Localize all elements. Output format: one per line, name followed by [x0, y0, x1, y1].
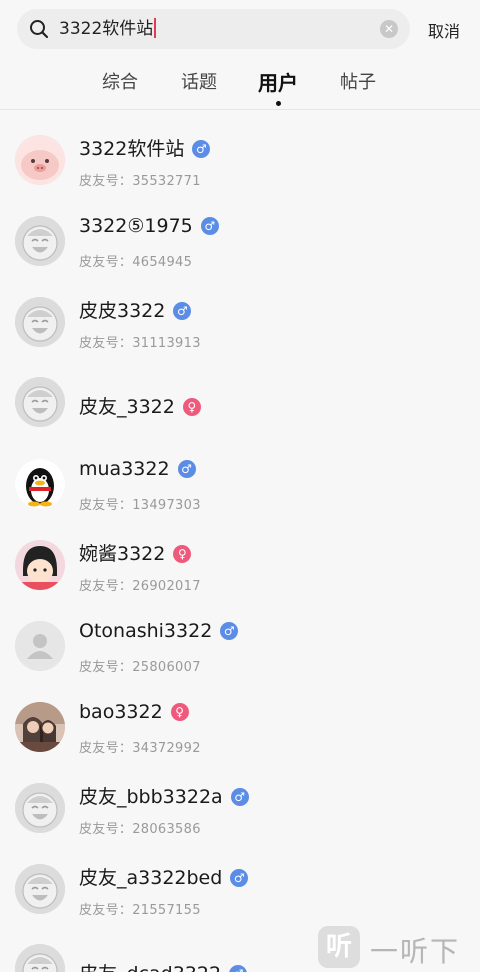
search-input[interactable]: 3322软件站	[59, 9, 379, 49]
user-name-text: 皮友_3322	[79, 396, 175, 418]
user-name[interactable]: 皮友_3322 ♀	[79, 392, 201, 419]
search-header: 3322软件站 ✕ 取消	[0, 0, 480, 58]
user-list-item[interactable]: 皮友_bbb3322a ♂ 皮友号：28063586	[0, 768, 480, 849]
avatar[interactable]	[15, 216, 65, 266]
user-name[interactable]: 3322软件站 ♂	[79, 134, 211, 161]
close-circle-icon[interactable]: ✕	[380, 20, 398, 38]
tab-topics[interactable]: 话题	[181, 68, 217, 94]
user-list-item[interactable]: mua3322 ♂ 皮友号：13497303	[0, 444, 480, 525]
user-list-item[interactable]: 婉酱3322 ♀ 皮友号：26902017	[0, 525, 480, 606]
watermark-text: 一听下载	[370, 935, 461, 968]
female-gender-icon: ♀	[173, 545, 192, 563]
user-name-text: 3322软件站	[79, 138, 185, 160]
avatar[interactable]	[15, 783, 65, 833]
avatar[interactable]	[15, 459, 65, 509]
avatar[interactable]	[15, 377, 65, 427]
user-id-number: 皮友号：25806007	[79, 660, 201, 675]
male-gender-icon: ♂	[230, 788, 249, 806]
user-name-text: mua3322	[79, 458, 170, 480]
user-id-number: 皮友号：26902017	[79, 579, 201, 594]
user-name-text: bao3322	[79, 701, 163, 723]
user-list-item[interactable]: bao3322 ♀ 皮友号：34372992	[0, 687, 480, 768]
user-id-number: 皮友号：31113913	[79, 336, 201, 351]
user-name[interactable]: 皮友_dcad3322 ♂	[79, 959, 248, 972]
user-name-text: 皮友_bbb3322a	[79, 786, 223, 808]
male-gender-icon: ♂	[173, 302, 192, 320]
avatar[interactable]	[15, 944, 65, 972]
user-id-number: 皮友号：13497303	[79, 498, 201, 513]
avatar[interactable]	[15, 135, 65, 185]
male-gender-icon: ♂	[220, 622, 239, 640]
cartoon-girl-avatar	[15, 540, 65, 590]
male-gender-icon: ♂	[229, 965, 248, 972]
user-list-item[interactable]: 3322⑤1975 ♂ 皮友号：4654945	[0, 201, 480, 282]
female-gender-icon: ♀	[170, 703, 189, 721]
avatar[interactable]	[15, 621, 65, 671]
user-id-number: 皮友号：35532771	[79, 174, 201, 189]
user-name-text: 皮皮3322	[79, 300, 166, 322]
user-name-text: 皮友_dcad3322	[79, 963, 221, 972]
text-caret	[154, 18, 157, 38]
tabs-divider	[0, 109, 480, 110]
female-gender-icon: ♀	[182, 398, 201, 416]
watermark-icon: 听	[318, 926, 360, 968]
user-list-item[interactable]: 皮友_a3322bed ♂ 皮友号：21557155	[0, 849, 480, 930]
default-laughing-avatar	[15, 216, 65, 266]
male-gender-icon: ♂	[200, 217, 219, 235]
tab-comprehensive[interactable]: 综合	[102, 68, 138, 94]
cartoon-pig-avatar	[15, 135, 65, 185]
user-name[interactable]: 3322⑤1975 ♂	[79, 215, 219, 237]
penguin-avatar	[15, 459, 65, 509]
user-name[interactable]: mua3322 ♂	[79, 458, 196, 480]
male-gender-icon: ♂	[192, 140, 211, 158]
user-name[interactable]: 皮友_bbb3322a ♂	[79, 782, 249, 809]
result-tabs: 综合 话题 用户 帖子	[0, 58, 480, 108]
user-id-number: 皮友号：28063586	[79, 822, 201, 837]
user-id-number: 皮友号：34372992	[79, 741, 201, 756]
active-tab-indicator	[276, 101, 281, 106]
default-person-avatar	[15, 621, 65, 671]
search-results-page: 3322软件站 ✕ 取消 综合 话题 用户 帖子 3322软件站 ♂ 皮友号：355…	[0, 0, 480, 972]
user-list-item[interactable]: 皮友_3322 ♀	[0, 363, 480, 444]
user-name[interactable]: Otonashi3322 ♂	[79, 620, 239, 642]
male-gender-icon: ♂	[177, 460, 196, 478]
user-name-text: 皮友_a3322bed	[79, 867, 223, 889]
cancel-button[interactable]: 取消	[428, 18, 460, 42]
search-icon	[30, 20, 49, 39]
default-laughing-avatar	[15, 864, 65, 914]
user-name-text: Otonashi3322	[79, 620, 213, 642]
user-id-number: 皮友号：21557155	[79, 903, 201, 918]
photo-avatar	[15, 702, 65, 752]
user-id-number: 皮友号：4654945	[79, 255, 193, 270]
search-input-value: 3322软件站	[59, 19, 154, 39]
search-box[interactable]: 3322软件站 ✕	[17, 9, 410, 49]
user-name-text: 3322⑤1975	[79, 215, 193, 237]
avatar[interactable]	[15, 297, 65, 347]
avatar[interactable]	[15, 540, 65, 590]
default-laughing-avatar	[15, 377, 65, 427]
avatar[interactable]	[15, 864, 65, 914]
default-laughing-avatar	[15, 944, 65, 972]
user-list-item[interactable]: 皮皮3322 ♂ 皮友号：31113913	[0, 282, 480, 363]
user-name[interactable]: 皮友_a3322bed ♂	[79, 863, 249, 890]
user-name-text: 婉酱3322	[79, 543, 166, 565]
default-laughing-avatar	[15, 783, 65, 833]
tab-users[interactable]: 用户	[258, 67, 298, 96]
avatar[interactable]	[15, 702, 65, 752]
user-name[interactable]: bao3322 ♀	[79, 701, 189, 723]
user-list-item[interactable]: Otonashi3322 ♂ 皮友号：25806007	[0, 606, 480, 687]
user-list-item[interactable]: 3322软件站 ♂ 皮友号：35532771	[0, 120, 480, 201]
watermark-logo: 听 一听下载	[318, 924, 480, 972]
tab-posts[interactable]: 帖子	[340, 68, 376, 94]
male-gender-icon: ♂	[230, 869, 249, 887]
user-name[interactable]: 婉酱3322 ♀	[79, 539, 192, 566]
default-laughing-avatar	[15, 297, 65, 347]
user-name[interactable]: 皮皮3322 ♂	[79, 296, 192, 323]
